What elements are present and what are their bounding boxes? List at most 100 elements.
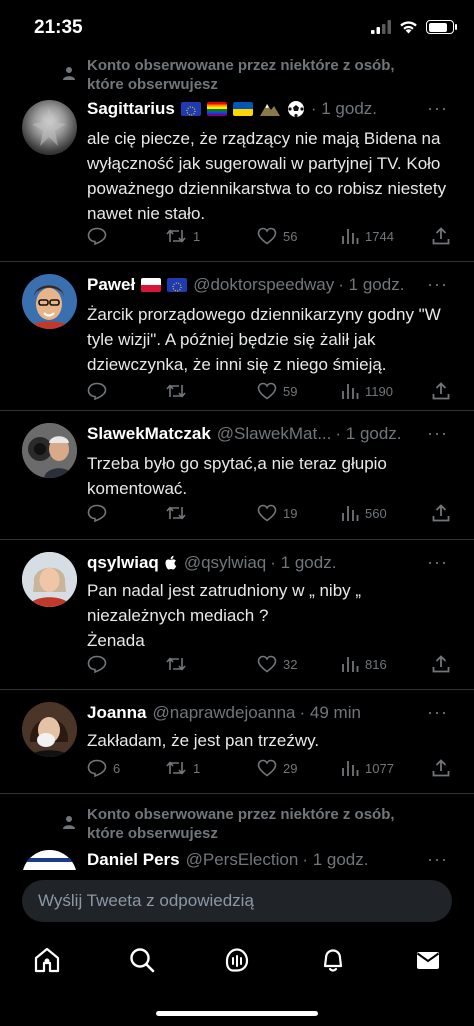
- reply-feed[interactable]: Konto obserwowane przez niektóre z osób,…: [0, 56, 474, 870]
- like-button[interactable]: 59: [257, 382, 297, 400]
- mail-icon[interactable]: [414, 946, 442, 974]
- tweet-actions: 19 560: [87, 501, 450, 525]
- retweet-icon: [166, 384, 186, 398]
- reply-button[interactable]: 6: [87, 759, 120, 777]
- views-count: 1077: [365, 760, 394, 776]
- home-icon[interactable]: [33, 946, 61, 974]
- reply-count: 6: [113, 760, 121, 776]
- bell-icon[interactable]: [319, 946, 347, 974]
- share-button[interactable]: [432, 504, 450, 522]
- views-count: 1744: [365, 228, 394, 244]
- retweet-icon: [166, 657, 186, 671]
- retweet-button[interactable]: [165, 505, 193, 521]
- author-name[interactable]: Sagittarius: [87, 98, 175, 120]
- reply-icon: [87, 655, 107, 673]
- reply-button[interactable]: [87, 504, 113, 522]
- tweet[interactable]: Paweł @doktorspeedway · 1 godz. ··· Żarc…: [0, 262, 474, 411]
- reply-input[interactable]: Wyślij Tweeta z odpowiedzią: [22, 880, 452, 922]
- apple-icon: [165, 555, 177, 570]
- author-name[interactable]: Daniel Pers: [87, 849, 180, 870]
- share-icon: [432, 655, 450, 673]
- spaces-icon[interactable]: [223, 946, 251, 974]
- views-icon: [342, 384, 359, 399]
- author-name[interactable]: Joanna: [87, 702, 147, 724]
- retweet-button[interactable]: 1: [165, 760, 200, 776]
- avatar[interactable]: [22, 702, 77, 757]
- author-handle[interactable]: @qsylwiaq: [184, 552, 266, 574]
- author-handle[interactable]: @PersElection: [186, 849, 299, 870]
- views-count: 816: [365, 656, 387, 672]
- tweet[interactable]: SlawekMatczak @SlawekMat... · 1 godz. ··…: [0, 411, 474, 540]
- more-options-icon[interactable]: ···: [427, 423, 448, 444]
- tweet[interactable]: Joanna @naprawdejoanna · 49 min ··· Zakł…: [0, 690, 474, 794]
- share-button[interactable]: [432, 227, 450, 245]
- more-options-icon[interactable]: ···: [427, 702, 448, 723]
- author-handle[interactable]: @SlawekMat...: [217, 423, 332, 445]
- avatar[interactable]: [22, 552, 77, 607]
- retweet-button[interactable]: 1: [165, 228, 200, 244]
- author-name[interactable]: SlawekMatczak: [87, 423, 211, 445]
- poland-flag-icon: [141, 278, 162, 292]
- author-handle[interactable]: @doktorspeedway: [193, 274, 334, 296]
- ukraine-flag-icon: [232, 102, 253, 116]
- views-button[interactable]: 560: [341, 504, 387, 522]
- tweet-actions: 59 1190: [87, 379, 450, 403]
- heart-icon: [257, 504, 277, 522]
- retweet-count: 1: [193, 228, 201, 244]
- views-button[interactable]: 1077: [341, 759, 394, 777]
- mountain-icon: [259, 104, 280, 116]
- heart-icon: [257, 759, 277, 777]
- social-context: Konto obserwowane przez niektóre z osób,…: [0, 805, 474, 843]
- tweet-time: · 1 godz.: [335, 424, 402, 443]
- tweet-text: Pan nadal jest zatrudniony w „ niby „ ni…: [87, 581, 362, 650]
- retweet-button[interactable]: [165, 656, 193, 672]
- share-button[interactable]: [432, 759, 450, 777]
- like-button[interactable]: 32: [257, 655, 297, 673]
- share-icon: [432, 382, 450, 400]
- share-button[interactable]: [432, 382, 450, 400]
- views-button[interactable]: 1744: [341, 227, 394, 245]
- tweet-header: Sagittarius · 1 godz.: [87, 98, 432, 120]
- avatar[interactable]: [22, 274, 77, 329]
- share-button[interactable]: [432, 655, 450, 673]
- like-button[interactable]: 29: [257, 759, 297, 777]
- eu-flag-icon: [180, 102, 201, 116]
- author-name[interactable]: Paweł: [87, 274, 135, 296]
- tweet-header: qsylwiaq @qsylwiaq · 1 godz.: [87, 552, 432, 574]
- avatar[interactable]: [22, 850, 77, 870]
- retweet-button[interactable]: [165, 383, 193, 399]
- more-options-icon[interactable]: ···: [427, 274, 448, 295]
- search-icon[interactable]: [128, 946, 156, 974]
- more-options-icon[interactable]: ···: [427, 552, 448, 573]
- reply-icon: [87, 382, 107, 400]
- tweet[interactable]: qsylwiaq @qsylwiaq · 1 godz. ··· Pan nad…: [0, 540, 474, 690]
- author-name[interactable]: qsylwiaq: [87, 552, 159, 574]
- avatar[interactable]: [22, 100, 77, 155]
- tweet-header: SlawekMatczak @SlawekMat... · 1 godz.: [87, 423, 432, 445]
- tweet-text: Trzeba było go spytać,a nie teraz głupio…: [87, 454, 387, 498]
- retweet-count: 1: [193, 760, 201, 776]
- tweet-actions: 32 816: [87, 652, 450, 676]
- views-icon: [342, 761, 359, 776]
- views-icon: [342, 506, 359, 521]
- tweet[interactable]: Konto obserwowane przez niektóre z osób,…: [0, 56, 474, 262]
- reply-button[interactable]: [87, 227, 113, 245]
- reply-button[interactable]: [87, 655, 113, 673]
- like-count: 59: [283, 383, 298, 399]
- avatar[interactable]: [22, 423, 77, 478]
- views-button[interactable]: 1190: [341, 382, 393, 400]
- like-button[interactable]: 19: [257, 504, 297, 522]
- views-button[interactable]: 816: [341, 655, 387, 673]
- reply-button[interactable]: [87, 382, 113, 400]
- more-options-icon[interactable]: ···: [427, 98, 448, 119]
- tweet[interactable]: Konto obserwowane przez niektóre z osób,…: [0, 794, 474, 870]
- eu-flag-icon: [167, 278, 188, 292]
- tweet-header: Daniel Pers @PersElection · 1 godz.: [87, 849, 432, 870]
- like-button[interactable]: 56: [257, 227, 297, 245]
- tweet-header: Paweł @doktorspeedway · 1 godz.: [87, 274, 432, 296]
- reply-icon: [87, 227, 107, 245]
- more-options-icon[interactable]: ···: [427, 849, 448, 870]
- status-bar: 21:35: [0, 0, 474, 56]
- tweet-text: Zakładam, że jest pan trzeźwy.: [87, 731, 320, 750]
- author-handle[interactable]: @naprawdejoanna: [153, 702, 296, 724]
